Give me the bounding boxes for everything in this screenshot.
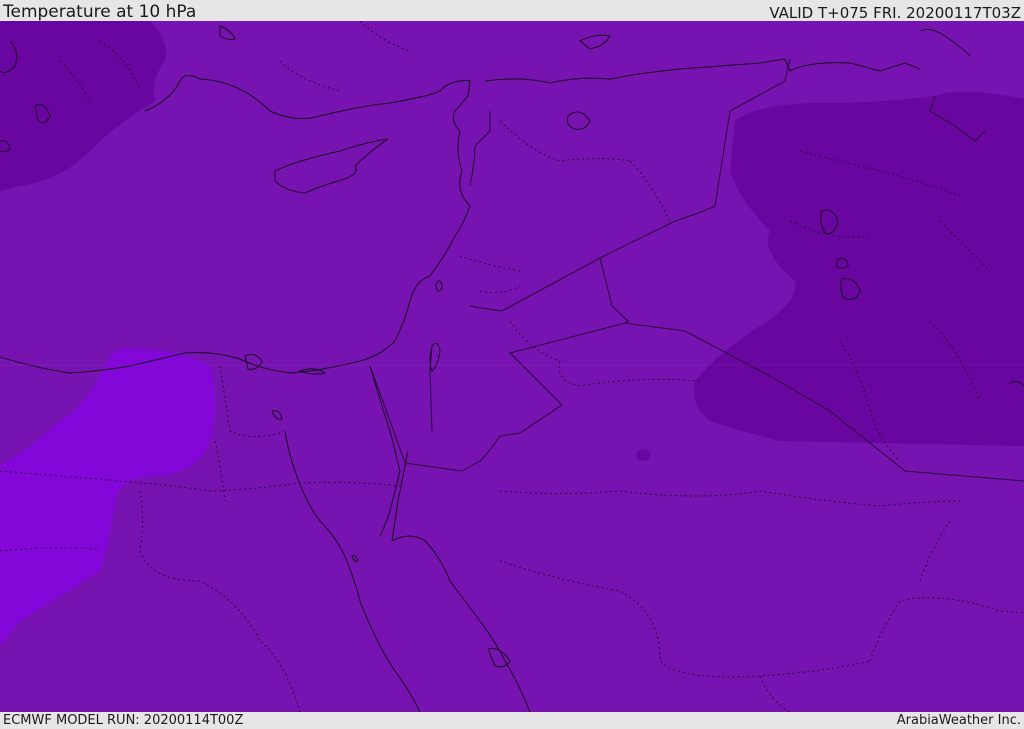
model-run-label: ECMWF MODEL RUN: 20200114T00Z xyxy=(3,713,244,728)
credit-label: ArabiaWeather Inc. xyxy=(896,713,1021,728)
cold-spot xyxy=(636,449,650,461)
header-bar: Temperature at 10 hPa VALID T+075 FRI. 2… xyxy=(0,0,1024,21)
weather-map-frame: Temperature at 10 hPa VALID T+075 FRI. 2… xyxy=(0,0,1024,729)
map-canvas xyxy=(0,21,1024,712)
valid-time-label: VALID T+075 FRI. 20200117T03Z xyxy=(769,4,1021,22)
footer-bar: ECMWF MODEL RUN: 20200114T00Z ArabiaWeat… xyxy=(0,712,1024,729)
map-title: Temperature at 10 hPa xyxy=(3,2,197,22)
